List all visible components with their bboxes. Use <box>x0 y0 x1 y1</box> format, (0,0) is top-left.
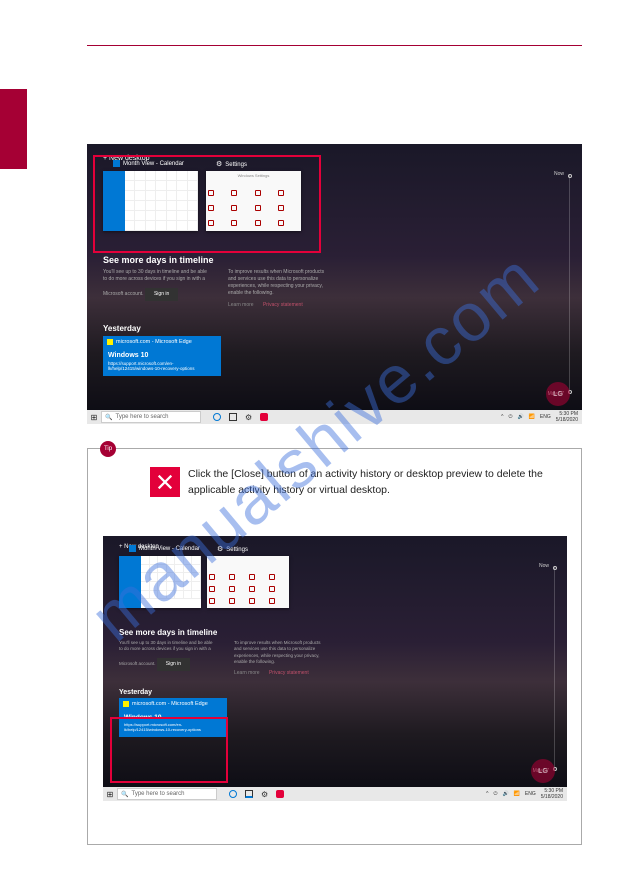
learn-more-link[interactable]: Learn more <box>228 302 254 308</box>
activity-card[interactable]: microsoft.com - Microsoft Edge Windows 1… <box>103 336 221 376</box>
signin-button[interactable]: Sign in <box>145 288 178 301</box>
signin-button[interactable]: Sign in <box>157 658 190 671</box>
search-icon: 🔍 <box>105 414 112 421</box>
lg-logo-icon: LG <box>531 759 555 783</box>
timeline-body: You'll see up to 30 days in timeline and… <box>107 640 563 677</box>
timeline-scrubber[interactable]: Now May 17 <box>569 174 570 394</box>
edge-icon[interactable] <box>213 413 221 421</box>
store-icon[interactable] <box>229 413 237 421</box>
tip-text: Click the [Close] button of an activity … <box>188 467 568 499</box>
window-title-settings: Settings <box>217 545 248 553</box>
lg-logo-icon: LG <box>546 382 570 406</box>
timeline-body: You'll see up to 30 days in timeline and… <box>93 269 576 309</box>
highlight-box-activity <box>110 717 228 783</box>
app-icon[interactable] <box>276 790 284 798</box>
system-tray[interactable]: ^ ⏻ 🔊 📶 ENG 5:30 PM 5/18/2020 <box>486 788 563 800</box>
timeline-heading: See more days in timeline <box>119 628 551 637</box>
windows-icon: ⊞ <box>91 413 98 422</box>
timeline-scrubber[interactable]: Now May 17 <box>554 566 555 771</box>
privacy-link[interactable]: Privacy statement <box>263 302 303 308</box>
tip-badge-icon: Tip <box>100 441 116 457</box>
scrubber-now-label: Now <box>554 171 564 177</box>
yesterday-heading: Yesterday <box>119 689 551 696</box>
window-title-calendar: Month View - Calendar <box>129 545 200 552</box>
header-rule <box>87 45 582 46</box>
window-preview-row: Month View - Calendar Settings <box>107 554 563 610</box>
learn-more-link[interactable]: Learn more <box>234 670 260 676</box>
system-tray[interactable]: ^ ⏻ 🔊 📶 ENG 5:30 PM 5/18/2020 <box>501 411 578 423</box>
settings-icon[interactable]: ⚙ <box>245 413 252 422</box>
edge-icon[interactable] <box>229 790 237 798</box>
yesterday-heading: Yesterday <box>103 324 566 333</box>
privacy-link[interactable]: Privacy statement <box>269 670 309 676</box>
timeline-heading: See more days in timeline <box>103 255 566 265</box>
settings-icon[interactable]: ⚙ <box>261 790 268 799</box>
windows-icon: ⊞ <box>107 790 114 799</box>
taskbar: ⊞ 🔍 Type here to search ⚙ ^ ⏻ 🔊 📶 ENG 5:… <box>103 787 567 801</box>
highlight-box-previews <box>93 155 321 253</box>
close-icon <box>150 467 180 497</box>
search-input[interactable]: 🔍 Type here to search <box>117 788 217 800</box>
search-icon: 🔍 <box>121 791 128 798</box>
activity-card-site: microsoft.com - Microsoft Edge <box>103 336 221 348</box>
start-button[interactable]: ⊞ <box>103 787 117 801</box>
activity-card-title: Windows 10 <box>108 352 216 359</box>
start-button[interactable]: ⊞ <box>87 410 101 424</box>
activity-card-url: https://support.microsoft.com/en-lk/help… <box>108 361 216 372</box>
taskbar: ⊞ 🔍 Type here to search ⚙ ^ ⏻ 🔊 📶 ENG 5:… <box>87 410 582 424</box>
app-icon[interactable] <box>260 413 268 421</box>
timeline-right-text: To improve results when Microsoft produc… <box>228 269 324 296</box>
window-preview-settings[interactable]: Settings <box>207 556 289 608</box>
page-side-tab <box>0 89 27 169</box>
search-input[interactable]: 🔍 Type here to search <box>101 411 201 423</box>
activity-card-site: microsoft.com - Microsoft Edge <box>119 698 227 710</box>
store-icon[interactable] <box>245 790 253 798</box>
window-preview-calendar[interactable]: Month View - Calendar <box>119 556 201 608</box>
